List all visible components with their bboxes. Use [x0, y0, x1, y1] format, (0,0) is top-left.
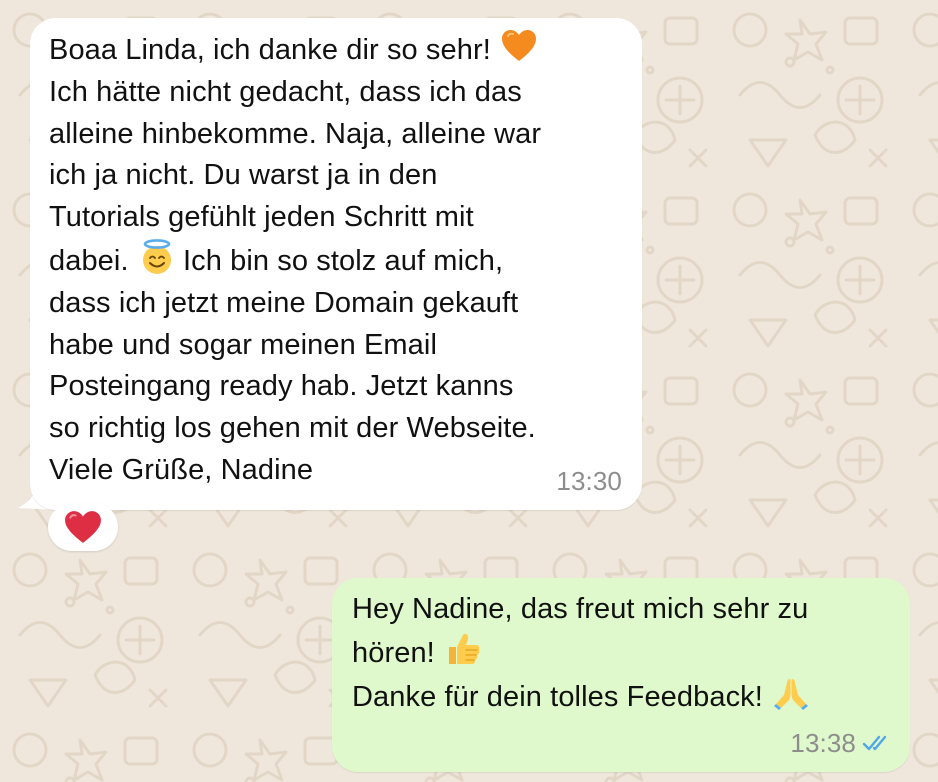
thumbs-up-emoji	[449, 633, 480, 664]
message-line: ich ja nicht. Du warst ja in den	[49, 159, 438, 192]
message-line: Hey Nadine, das freut mich sehr zu	[352, 593, 809, 625]
outgoing-message-bubble[interactable]: Hey Nadine, das freut mich sehr zu hören…	[332, 578, 910, 772]
message-reaction[interactable]	[48, 503, 118, 551]
outgoing-message-text: Hey Nadine, das freut mich sehr zu hören…	[352, 589, 892, 718]
smiling-face-with-halo-emoji	[142, 239, 171, 274]
red-heart-emoji	[65, 511, 101, 543]
message-line: Danke für dein tolles Feedback!	[352, 675, 892, 719]
message-line: dass ich jetzt meine Domain gekauft	[49, 286, 519, 319]
outgoing-message-meta: 13:38	[790, 728, 892, 758]
orange-heart-emoji	[502, 30, 537, 61]
message-line: habe und sogar meinen Email	[49, 328, 437, 361]
double-check-icon	[862, 735, 887, 751]
message-line: Tutorials gefühlt jeden Schritt mit	[49, 201, 474, 234]
message-line: hören!	[352, 631, 892, 675]
incoming-message-time: 13:30	[556, 466, 622, 496]
message-line: Ich hätte nicht gedacht, dass ich das	[49, 75, 522, 108]
message-line: Posteingang ready hab. Jetzt kanns	[49, 370, 514, 403]
outgoing-message-time: 13:38	[790, 728, 856, 758]
message-line: so richtig los gehen mit der Webseite.	[49, 412, 536, 445]
message-line: Viele Grüße, Nadine	[49, 453, 314, 486]
message-line: Boaa Linda, ich danke dir so sehr!	[49, 28, 624, 72]
incoming-message-text: Boaa Linda, ich danke dir so sehr! Ich h…	[49, 28, 624, 492]
message-line: alleine hinbekomme. Naja, alleine war	[49, 117, 542, 150]
folded-hands-emoji	[774, 678, 809, 710]
incoming-message-bubble[interactable]: Boaa Linda, ich danke dir so sehr! Ich h…	[30, 18, 642, 510]
message-line: dabei. Ich bin so stolz auf mich,	[49, 239, 624, 283]
